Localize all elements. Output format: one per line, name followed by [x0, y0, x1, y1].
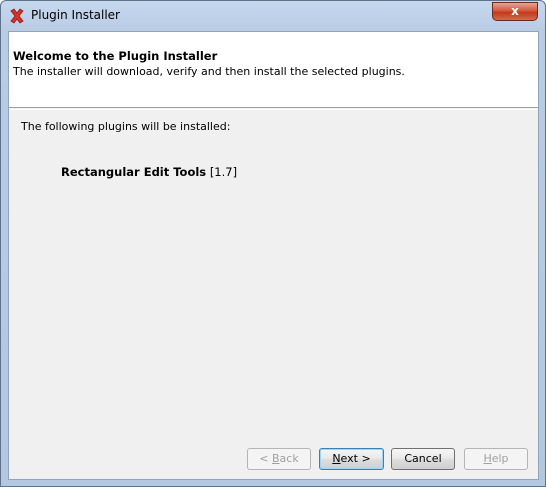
- installer-window: Plugin Installer x Welcome to the Plugin…: [0, 0, 546, 487]
- plugins-intro-label: The following plugins will be installed:: [21, 120, 231, 133]
- window-title: Plugin Installer: [31, 8, 120, 22]
- close-icon: x: [511, 4, 519, 18]
- next-button[interactable]: Next >: [319, 448, 384, 470]
- back-button[interactable]: < Back: [247, 448, 311, 470]
- back-arrow-label: <: [259, 452, 272, 465]
- next-mnemonic: N: [332, 452, 341, 465]
- plugin-list-item: Rectangular Edit Tools [1.7]: [61, 165, 237, 179]
- header-panel: Welcome to the Plugin Installer The inst…: [9, 32, 538, 108]
- header-title: Welcome to the Plugin Installer: [13, 49, 218, 63]
- dialog-content: Welcome to the Plugin Installer The inst…: [8, 31, 539, 480]
- plugin-name: Rectangular Edit Tools: [61, 165, 207, 179]
- help-label: elp: [491, 452, 509, 465]
- cancel-label: Cancel: [404, 452, 442, 465]
- help-mnemonic: H: [483, 452, 492, 465]
- help-button[interactable]: Help: [464, 448, 528, 470]
- back-label: ack: [279, 452, 299, 465]
- header-divider: [9, 109, 538, 110]
- close-button[interactable]: x: [492, 2, 538, 21]
- back-mnemonic: B: [272, 452, 280, 465]
- header-subtitle: The installer will download, verify and …: [13, 65, 405, 78]
- app-x-icon: [9, 8, 25, 24]
- next-label: ext >: [340, 452, 371, 465]
- title-bar[interactable]: Plugin Installer x: [1, 1, 545, 31]
- cancel-button[interactable]: Cancel: [391, 448, 455, 470]
- plugin-version: [1.7]: [209, 165, 238, 179]
